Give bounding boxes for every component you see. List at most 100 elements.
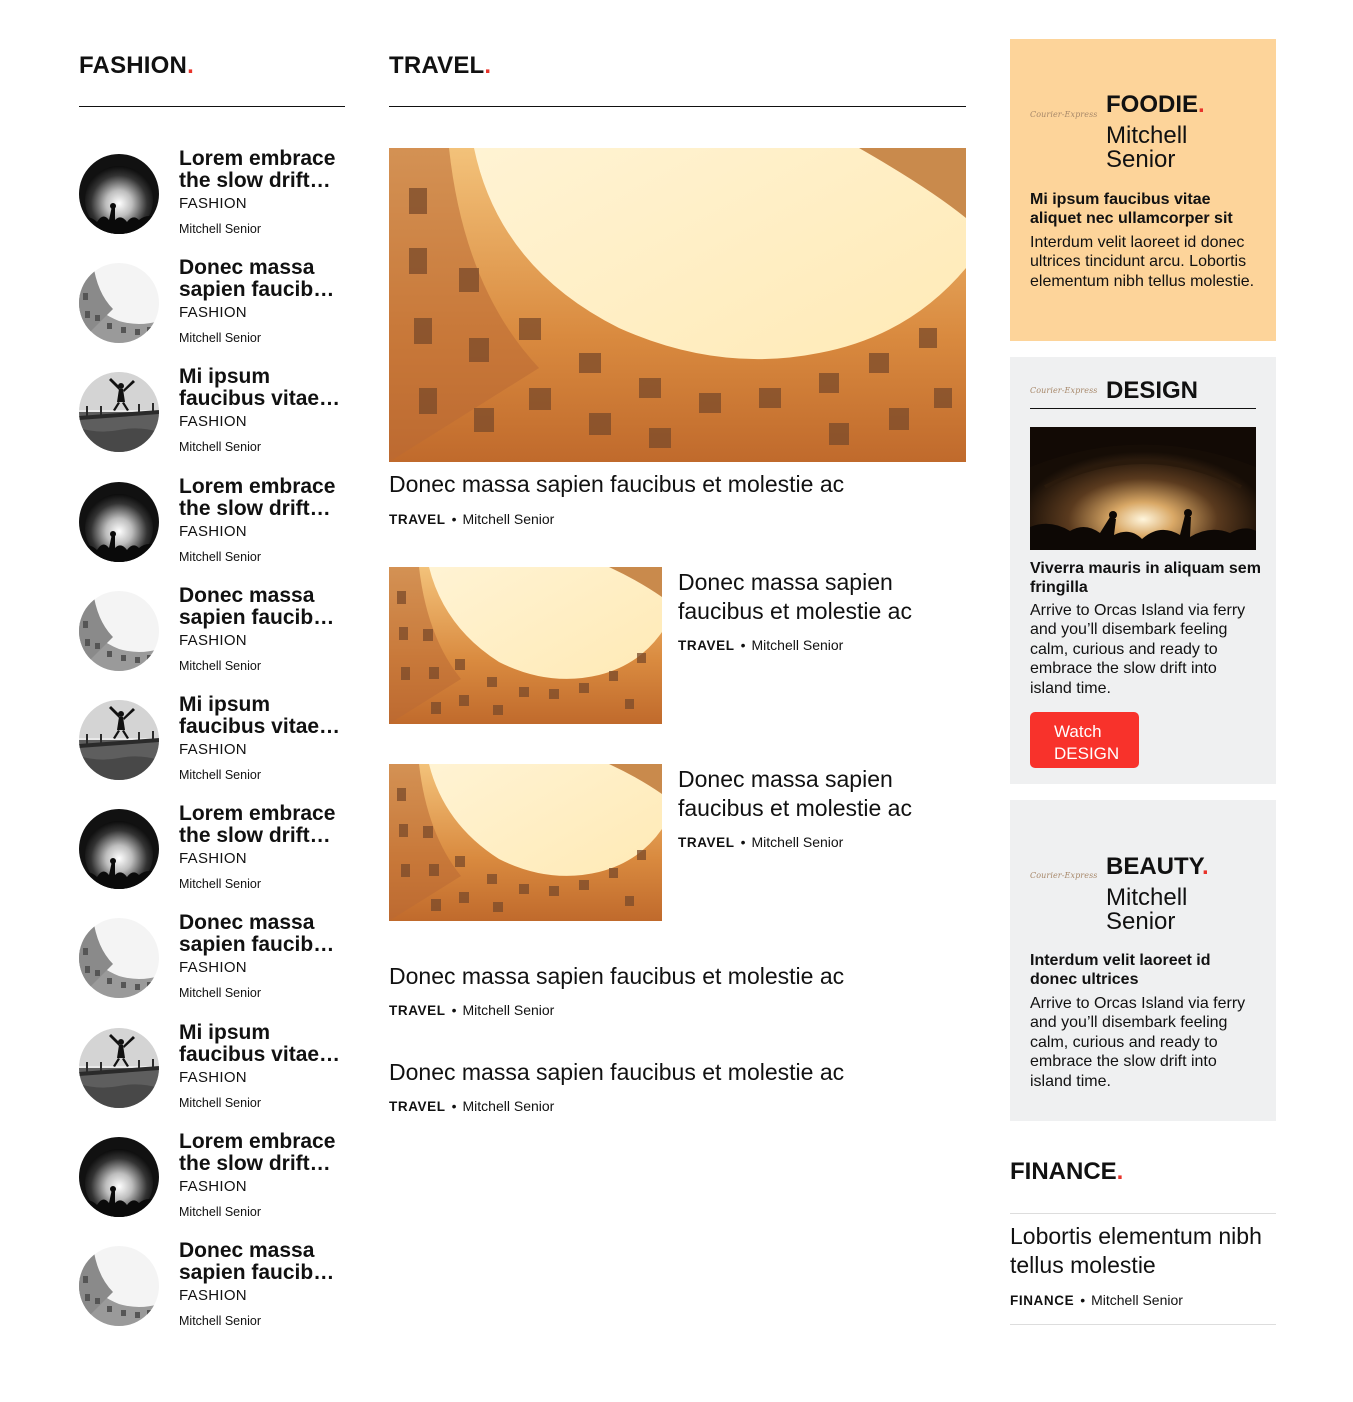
foodie-card[interactable]: Courier-Express FOODIE. Mitchell Senior … — [1010, 39, 1276, 341]
fashion-article-item[interactable]: Lorem embrace the slow drift… FASHION Mitc… — [79, 1131, 345, 1231]
article-category[interactable]: FASHION — [179, 195, 247, 212]
fashion-article-item[interactable]: Mi ipsum faucibus vitae… FASHION Mitchell … — [79, 694, 345, 794]
category-tag[interactable]: TRAVEL — [389, 512, 446, 527]
fashion-article-item[interactable]: Lorem embrace the slow drift… FASHION Mitc… — [79, 803, 345, 903]
author-name[interactable]: Mitchell Senior — [463, 1002, 555, 1018]
article-author[interactable]: Mitchell Senior — [179, 1205, 261, 1219]
article-title[interactable]: Donec massa sapien faucib… — [179, 912, 345, 956]
fashion-article-item[interactable]: Donec massa sapien faucib… FASHION Mitchel… — [79, 912, 345, 1012]
article-thumbnail[interactable] — [79, 481, 159, 562]
article-thumbnail[interactable] — [79, 154, 159, 234]
article-thumbnail[interactable] — [79, 918, 159, 999]
fashion-article-item[interactable]: Lorem embrace the slow drift… FASHION Mitc… — [79, 148, 345, 248]
article-category[interactable]: FASHION — [179, 1178, 247, 1195]
travel-section-title[interactable]: TRAVEL. — [389, 52, 491, 80]
beauty-author[interactable]: Mitchell Senior — [1106, 886, 1206, 934]
article-meta: TRAVEL • Mitchell Senior — [678, 637, 843, 653]
foodie-author[interactable]: Mitchell Senior — [1106, 124, 1206, 172]
category-tag[interactable]: TRAVEL — [389, 1003, 446, 1018]
beauty-body: Arrive to Orcas Island via ferry and you… — [1030, 995, 1246, 1090]
article-thumbnail[interactable] — [79, 1246, 159, 1326]
finance-divider-top — [1010, 1213, 1276, 1214]
design-video-thumbnail[interactable] — [1030, 427, 1256, 550]
article-author[interactable]: Mitchell Senior — [179, 1314, 261, 1328]
beauty-heading: BEAUTY. — [1106, 853, 1209, 880]
crowd-concert-image — [79, 1136, 159, 1217]
fashion-article-item[interactable]: Donec massa sapien faucib… FASHION Mitchel… — [79, 585, 345, 685]
article-title[interactable]: Mi ipsum faucibus vitae… — [179, 694, 345, 738]
courtyard-building-image — [389, 148, 966, 462]
category-tag[interactable]: TRAVEL — [389, 1099, 446, 1114]
article-author[interactable]: Mitchell Senior — [179, 550, 261, 564]
article-title[interactable]: Lorem embrace the slow drift… — [179, 148, 345, 192]
category-tag[interactable]: TRAVEL — [678, 638, 735, 653]
article-title[interactable]: Donec massa sapien faucibus et molestie … — [678, 568, 938, 626]
fashion-article-item[interactable]: Lorem embrace the slow drift… FASHION Mitc… — [79, 476, 345, 576]
article-thumbnail[interactable] — [79, 372, 159, 453]
article-thumbnail[interactable] — [79, 700, 159, 780]
category-tag[interactable]: TRAVEL — [678, 835, 735, 850]
article-category[interactable]: FASHION — [179, 850, 247, 867]
article-thumbnail[interactable] — [389, 567, 662, 724]
article-author[interactable]: Mitchell Senior — [179, 222, 261, 236]
article-thumbnail[interactable] — [389, 764, 662, 921]
article-title[interactable]: Mi ipsum faucibus vitae… — [179, 1022, 345, 1066]
article-title[interactable]: Lorem embrace the slow drift… — [179, 476, 345, 520]
author-name[interactable]: Mitchell Senior — [1091, 1292, 1183, 1308]
article-category[interactable]: FASHION — [179, 741, 247, 758]
fashion-article-item[interactable]: Donec massa sapien faucib… FASHION Mitchel… — [79, 1240, 345, 1340]
article-author[interactable]: Mitchell Senior — [179, 877, 261, 891]
category-tag[interactable]: FINANCE — [1010, 1293, 1074, 1308]
travel-hero-title[interactable]: Donec massa sapien faucibus et molestie … — [389, 471, 844, 498]
article-thumbnail[interactable] — [79, 263, 159, 344]
article-category[interactable]: FASHION — [179, 1287, 247, 1304]
author-name[interactable]: Mitchell Senior — [463, 511, 555, 527]
article-title[interactable]: Donec massa sapien faucib… — [179, 1240, 345, 1284]
article-category[interactable]: FASHION — [179, 413, 247, 430]
article-category[interactable]: FASHION — [179, 1069, 247, 1086]
article-title[interactable]: Donec massa sapien faucibus et molestie … — [389, 1059, 844, 1086]
travel-hero-image[interactable] — [389, 148, 966, 462]
article-category[interactable]: FASHION — [179, 304, 247, 321]
beauty-card[interactable]: Courier-Express BEAUTY. Mitchell Senior … — [1010, 800, 1276, 1121]
article-author[interactable]: Mitchell Senior — [179, 440, 261, 454]
courtyard-building-image — [389, 764, 662, 921]
article-title[interactable]: Donec massa sapien faucibus et molestie … — [678, 765, 938, 823]
article-title[interactable]: Donec massa sapien faucib… — [179, 585, 345, 629]
watch-design-button[interactable]: Watch DESIGN — [1030, 712, 1139, 768]
article-thumbnail[interactable] — [79, 590, 159, 671]
article-title[interactable]: Donec massa sapien faucibus et molestie … — [389, 963, 844, 990]
design-subtitle[interactable]: Viverra mauris in aliquam sem fringilla — [1030, 559, 1262, 597]
article-author[interactable]: Mitchell Senior — [179, 768, 261, 782]
meta-separator: • — [451, 511, 457, 527]
author-name[interactable]: Mitchell Senior — [752, 637, 844, 653]
article-category[interactable]: FASHION — [179, 959, 247, 976]
author-name[interactable]: Mitchell Senior — [463, 1098, 555, 1114]
crowd-concert-image — [79, 809, 159, 890]
article-category[interactable]: FASHION — [179, 523, 247, 540]
fashion-article-item[interactable]: Mi ipsum faucibus vitae… FASHION Mitchell … — [79, 1022, 345, 1122]
article-title[interactable]: Lorem embrace the slow drift… — [179, 1131, 345, 1175]
fashion-article-item[interactable]: Donec massa sapien faucib… FASHION Mitchel… — [79, 257, 345, 357]
article-thumbnail[interactable] — [79, 809, 159, 890]
finance-section-title[interactable]: FINANCE. — [1010, 1158, 1123, 1186]
fashion-section-title[interactable]: FASHION. — [79, 52, 194, 80]
article-author[interactable]: Mitchell Senior — [179, 986, 261, 1000]
beauty-subtitle[interactable]: Interdum velit laoreet id donec ultrices — [1030, 951, 1262, 989]
finance-headline[interactable]: Lobortis elementum nibh tellus molestie — [1010, 1222, 1276, 1280]
article-title[interactable]: Donec massa sapien faucib… — [179, 257, 345, 301]
article-author[interactable]: Mitchell Senior — [179, 331, 261, 345]
article-title[interactable]: Mi ipsum faucibus vitae… — [179, 366, 345, 410]
article-title[interactable]: Lorem embrace the slow drift… — [179, 803, 345, 847]
design-heading: DESIGN — [1106, 377, 1199, 404]
article-thumbnail[interactable] — [79, 1027, 159, 1108]
concert-stage-image — [1030, 427, 1256, 550]
fashion-article-item[interactable]: Mi ipsum faucibus vitae… FASHION Mitchell … — [79, 366, 345, 466]
article-author[interactable]: Mitchell Senior — [179, 659, 261, 673]
crowd-concert-image — [79, 154, 159, 234]
author-name[interactable]: Mitchell Senior — [752, 834, 844, 850]
article-author[interactable]: Mitchell Senior — [179, 1096, 261, 1110]
foodie-subtitle[interactable]: Mi ipsum faucibus vitae aliquet nec ulla… — [1030, 190, 1262, 228]
article-category[interactable]: FASHION — [179, 632, 247, 649]
article-thumbnail[interactable] — [79, 1136, 159, 1217]
